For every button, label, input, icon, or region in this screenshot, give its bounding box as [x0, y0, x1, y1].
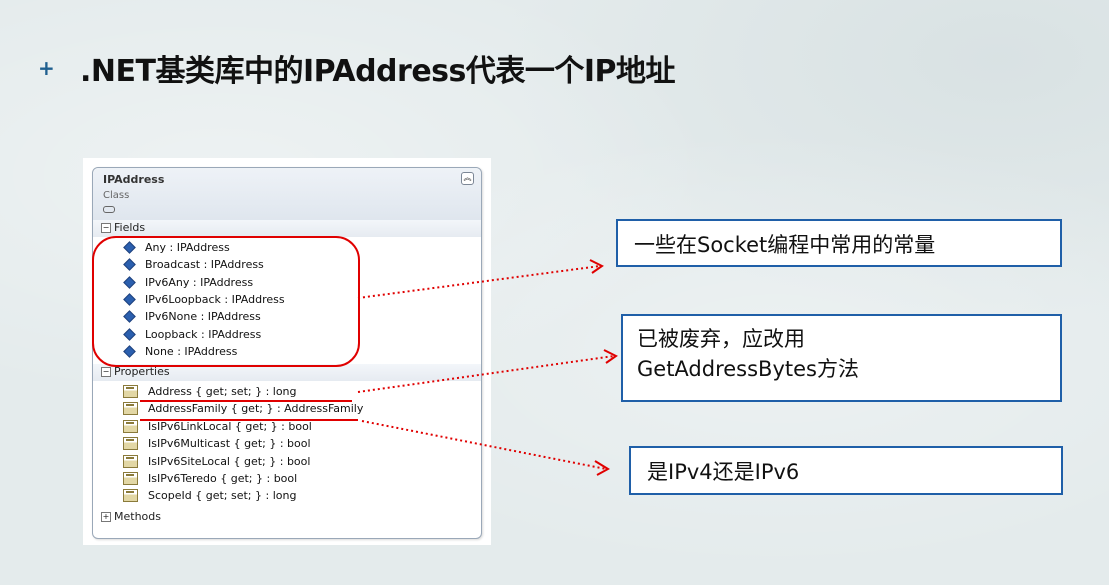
- callout-constants: 一些在Socket编程中常用的常量: [616, 219, 1062, 267]
- connector-arrows: [357, 259, 618, 476]
- callout-ip-version: 是IPv4还是IPv6: [629, 446, 1063, 495]
- callout-obsolete-line1: 已被废弃，应改用: [637, 327, 805, 351]
- arrow-address-to-obsolete: [357, 355, 615, 393]
- callout-ip-version-text: 是IPv4还是IPv6: [647, 460, 800, 484]
- callout-obsolete: 已被废弃，应改用 GetAddressBytes方法: [621, 314, 1062, 402]
- callout-obsolete-line2: GetAddressBytes方法: [637, 357, 859, 381]
- arrowhead-icon: [594, 460, 610, 476]
- callout-constants-text: 一些在Socket编程中常用的常量: [634, 233, 936, 257]
- arrow-fields-to-constants: [357, 265, 601, 299]
- arrow-family-to-ipversion: [361, 420, 607, 470]
